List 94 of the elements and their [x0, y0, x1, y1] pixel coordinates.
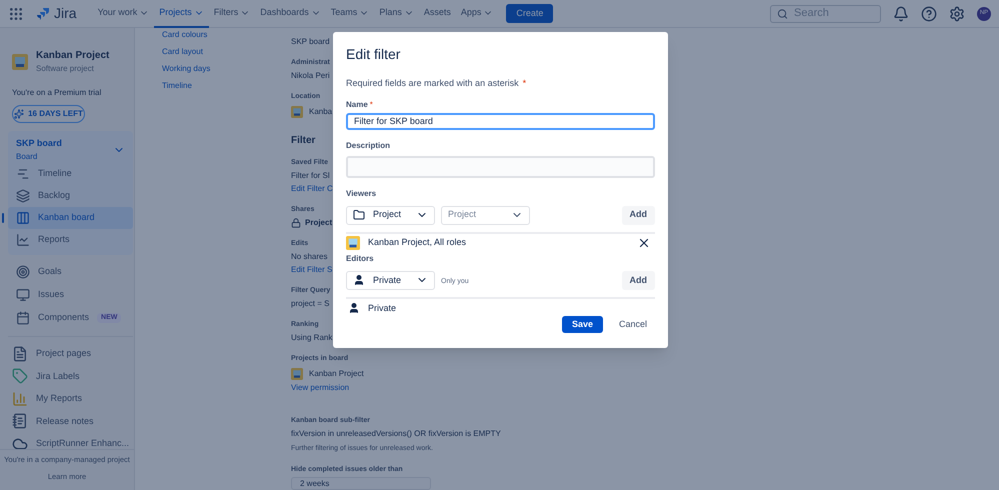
required-asterisk: * [370, 98, 373, 110]
sidebar-item-icon [16, 265, 30, 279]
sidebar-item[interactable]: Issues [8, 284, 134, 306]
nav-item[interactable]: Dashboards [255, 0, 326, 28]
trial-button[interactable]: 16 DAYS LEFT [12, 105, 85, 123]
share-value: Project [305, 217, 332, 229]
sidebar-item-icon [16, 166, 30, 180]
logo-text: Jira [54, 4, 77, 23]
create-button[interactable]: Create [506, 4, 554, 23]
nav-item[interactable]: Plans [374, 0, 419, 28]
viewer-entry: Kanban Project, All roles [368, 236, 468, 250]
help-icon[interactable] [921, 6, 937, 22]
project-name: Kanban Project [309, 368, 364, 380]
field-label: Viewers [346, 188, 378, 200]
field-value: Using Rank [291, 332, 332, 344]
nav-item[interactable]: Assets [418, 0, 456, 28]
app-switcher-icon[interactable] [8, 6, 24, 22]
sidebar-item[interactable]: My Reports [8, 388, 134, 410]
sidebar-item[interactable]: Goals [8, 260, 134, 284]
folder-icon [353, 209, 365, 222]
required-asterisk: * [522, 77, 526, 90]
project-type: Software project [36, 63, 95, 75]
sidebar-item[interactable]: ScriptRunner Enhanc... [8, 432, 134, 448]
field-label: Name [346, 98, 368, 110]
cancel-button[interactable]: Cancel [610, 316, 655, 333]
search-input[interactable]: Search [794, 5, 874, 22]
field-label: Description [346, 140, 392, 152]
link[interactable]: Edit Filter C [291, 183, 333, 195]
save-button[interactable]: Save [562, 316, 603, 333]
section-heading: Filter [291, 134, 316, 148]
field-value: Nikola Peri [291, 70, 330, 82]
sidebar-item-icon [16, 188, 30, 202]
person-icon [353, 274, 365, 286]
settings-link[interactable]: Timeline [162, 79, 192, 93]
nav-item[interactable]: Apps [456, 0, 498, 28]
nav-item[interactable]: Teams [326, 0, 374, 28]
editor-type-select[interactable]: Private [346, 270, 435, 290]
field-value: fixVersion in unreleasedVersions() OR fixVersion is EMPTY [291, 428, 501, 440]
sidebar-item[interactable]: Timeline [8, 162, 134, 184]
settings-link[interactable]: Card layout [162, 45, 203, 59]
chart-icon [12, 390, 28, 407]
project-name: Kanba [309, 106, 332, 118]
page-icon [12, 346, 28, 362]
settings-icon[interactable] [949, 6, 965, 22]
project-name: Kanban Project [36, 49, 110, 63]
search-icon [777, 8, 788, 20]
sidebar-item[interactable]: Kanban board [8, 206, 134, 228]
lock-icon [291, 218, 301, 228]
bell-icon[interactable] [893, 6, 909, 22]
trial-text: You're on a Premium trial [12, 87, 102, 99]
sidebar-item[interactable]: Jira Labels [8, 365, 134, 388]
sidebar-item[interactable]: Release notes [8, 410, 134, 432]
nav-item[interactable]: Filters [208, 0, 256, 28]
name-field[interactable]: Filter for SKP board [346, 112, 655, 130]
tag-icon [12, 368, 28, 384]
board-switcher[interactable]: SKP board Board [8, 131, 134, 162]
field-label: Editors [346, 252, 375, 265]
selection-marker [2, 212, 4, 222]
nav-item[interactable]: Your work [92, 0, 154, 28]
project-avatar-icon [291, 368, 303, 380]
logo-icon [36, 6, 50, 20]
description-field[interactable] [346, 156, 655, 178]
search-field[interactable]: Search [770, 4, 881, 22]
select-field[interactable]: 2 weeks [291, 477, 431, 490]
project-avatar-icon [346, 236, 360, 250]
sidebar-item-icon [16, 288, 30, 302]
cloud-icon [12, 436, 28, 448]
required-note: Required fields are marked with an asterisk [346, 77, 519, 90]
sparkle-icon [14, 109, 24, 119]
add-button[interactable]: Add [622, 270, 655, 290]
settings-link[interactable]: Card colours [162, 28, 208, 42]
sidebar-item-icon [16, 210, 30, 224]
share-type-select[interactable]: Project [346, 206, 435, 225]
editor-entry: Private [368, 302, 398, 315]
settings-link[interactable]: Working days [162, 62, 210, 76]
field-value: SKP board [291, 36, 330, 48]
link[interactable]: View permission [291, 382, 350, 394]
project-avatar-icon [291, 106, 303, 118]
field-value: Filter for Sl [291, 170, 330, 182]
sidebar-item[interactable]: Backlog [8, 184, 134, 206]
sidebar-item-icon [16, 232, 30, 246]
project-select[interactable]: Project [441, 206, 530, 225]
sidebar-item-icon [16, 311, 30, 325]
sidebar-item[interactable]: Project pages [8, 342, 134, 365]
field-value: No shares [291, 251, 328, 263]
notes-icon [12, 413, 28, 430]
link[interactable]: Edit Filter S [291, 264, 332, 276]
project-avatar-icon [12, 54, 28, 70]
sidebar-item[interactable]: Reports [8, 228, 134, 250]
nav-item[interactable]: Projects [154, 0, 209, 28]
field-value: project = S [291, 298, 330, 310]
dialog-title: Edit filter [346, 45, 402, 64]
person-icon [348, 302, 360, 314]
add-button[interactable]: Add [622, 206, 655, 225]
